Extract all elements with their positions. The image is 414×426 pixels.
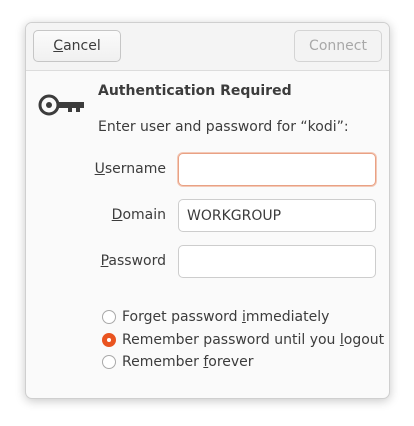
username-label: Username bbox=[66, 161, 166, 177]
domain-mnemonic: D bbox=[111, 207, 123, 223]
radio-button-checked[interactable] bbox=[102, 333, 116, 347]
password-field[interactable] bbox=[178, 245, 376, 278]
radio-button[interactable] bbox=[102, 355, 116, 369]
username-mnemonic: U bbox=[94, 161, 105, 177]
auth-dialog: Cancel Connect Authentication Required E… bbox=[25, 22, 390, 399]
radio-button[interactable] bbox=[102, 310, 116, 324]
key-icon bbox=[38, 94, 84, 116]
cancel-button[interactable]: Cancel bbox=[33, 30, 121, 62]
header-bar: Cancel Connect bbox=[26, 23, 389, 71]
dialog-title: Authentication Required bbox=[98, 83, 292, 99]
radio-label: Forget password immediately bbox=[122, 309, 330, 325]
domain-label-rest: omain bbox=[122, 207, 166, 223]
cancel-label-rest: ancel bbox=[63, 38, 101, 54]
connect-button[interactable]: Connect bbox=[294, 30, 382, 62]
username-label-rest: sername bbox=[104, 161, 166, 177]
cancel-mnemonic: C bbox=[53, 38, 64, 54]
radio-label: Remember password until you logout bbox=[122, 332, 385, 348]
username-field[interactable] bbox=[178, 153, 376, 186]
radio-remember-until-logout[interactable]: Remember password until you logout bbox=[102, 332, 384, 348]
radio-label: Remember forever bbox=[122, 354, 254, 370]
password-label: Password bbox=[66, 253, 166, 269]
password-label-rest: assword bbox=[108, 253, 166, 269]
radio-remember-forever[interactable]: Remember forever bbox=[102, 354, 254, 370]
connect-label: Connect bbox=[309, 38, 367, 54]
dialog-subtitle: Enter user and password for “kodi”: bbox=[98, 119, 349, 135]
domain-label: Domain bbox=[66, 207, 166, 223]
radio-forget-immediately[interactable]: Forget password immediately bbox=[102, 309, 329, 325]
domain-field[interactable] bbox=[178, 199, 376, 232]
